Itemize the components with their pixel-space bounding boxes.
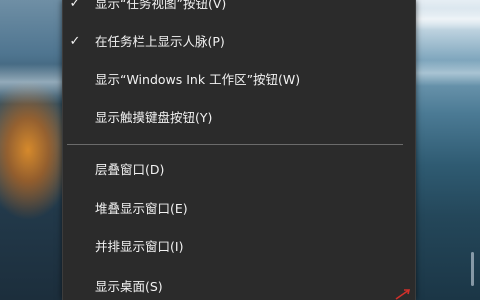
menu-item-show-touch-keyboard-button[interactable]: 显示触摸键盘按钮(Y) [63, 100, 415, 136]
scrollbar-thumb[interactable] [471, 252, 474, 286]
menu-item-stack-windows[interactable]: 堆叠显示窗口(E) [63, 191, 415, 227]
menu-item-label: 显示触摸键盘按钮(Y) [95, 110, 213, 125]
menu-item-label: 显示“任务视图”按钮(V) [95, 0, 227, 11]
wallpaper-left-strip [0, 0, 62, 300]
menu-item-label: 显示“Windows Ink 工作区”按钮(W) [95, 72, 301, 87]
menu-item-show-desktop[interactable]: 显示桌面(S) [63, 269, 415, 300]
arrow-pointer-icon [395, 289, 411, 300]
menu-item-show-task-view-button[interactable]: ✓ 显示“任务视图”按钮(V) [63, 0, 415, 22]
menu-item-label: 在任务栏上显示人脉(P) [95, 34, 225, 49]
menu-item-show-people-on-taskbar[interactable]: ✓ 在任务栏上显示人脉(P) [63, 24, 415, 60]
checkmark-icon: ✓ [69, 0, 81, 11]
menu-item-cascade-windows[interactable]: 层叠窗口(D) [63, 152, 415, 188]
menu-item-label: 显示桌面(S) [95, 279, 163, 294]
menu-item-label: 层叠窗口(D) [95, 162, 165, 177]
menu-item-side-by-side-windows[interactable]: 并排显示窗口(I) [63, 229, 415, 265]
menu-item-show-windows-ink-button[interactable]: 显示“Windows Ink 工作区”按钮(W) [63, 62, 415, 98]
menu-separator [67, 144, 403, 145]
menu-item-label: 并排显示窗口(I) [95, 239, 184, 254]
menu-item-label: 堆叠显示窗口(E) [95, 201, 188, 216]
checkmark-icon: ✓ [69, 34, 81, 49]
taskbar-context-menu: ✓ 显示“任务视图”按钮(V) ✓ 在任务栏上显示人脉(P) 显示“Window… [62, 0, 416, 300]
